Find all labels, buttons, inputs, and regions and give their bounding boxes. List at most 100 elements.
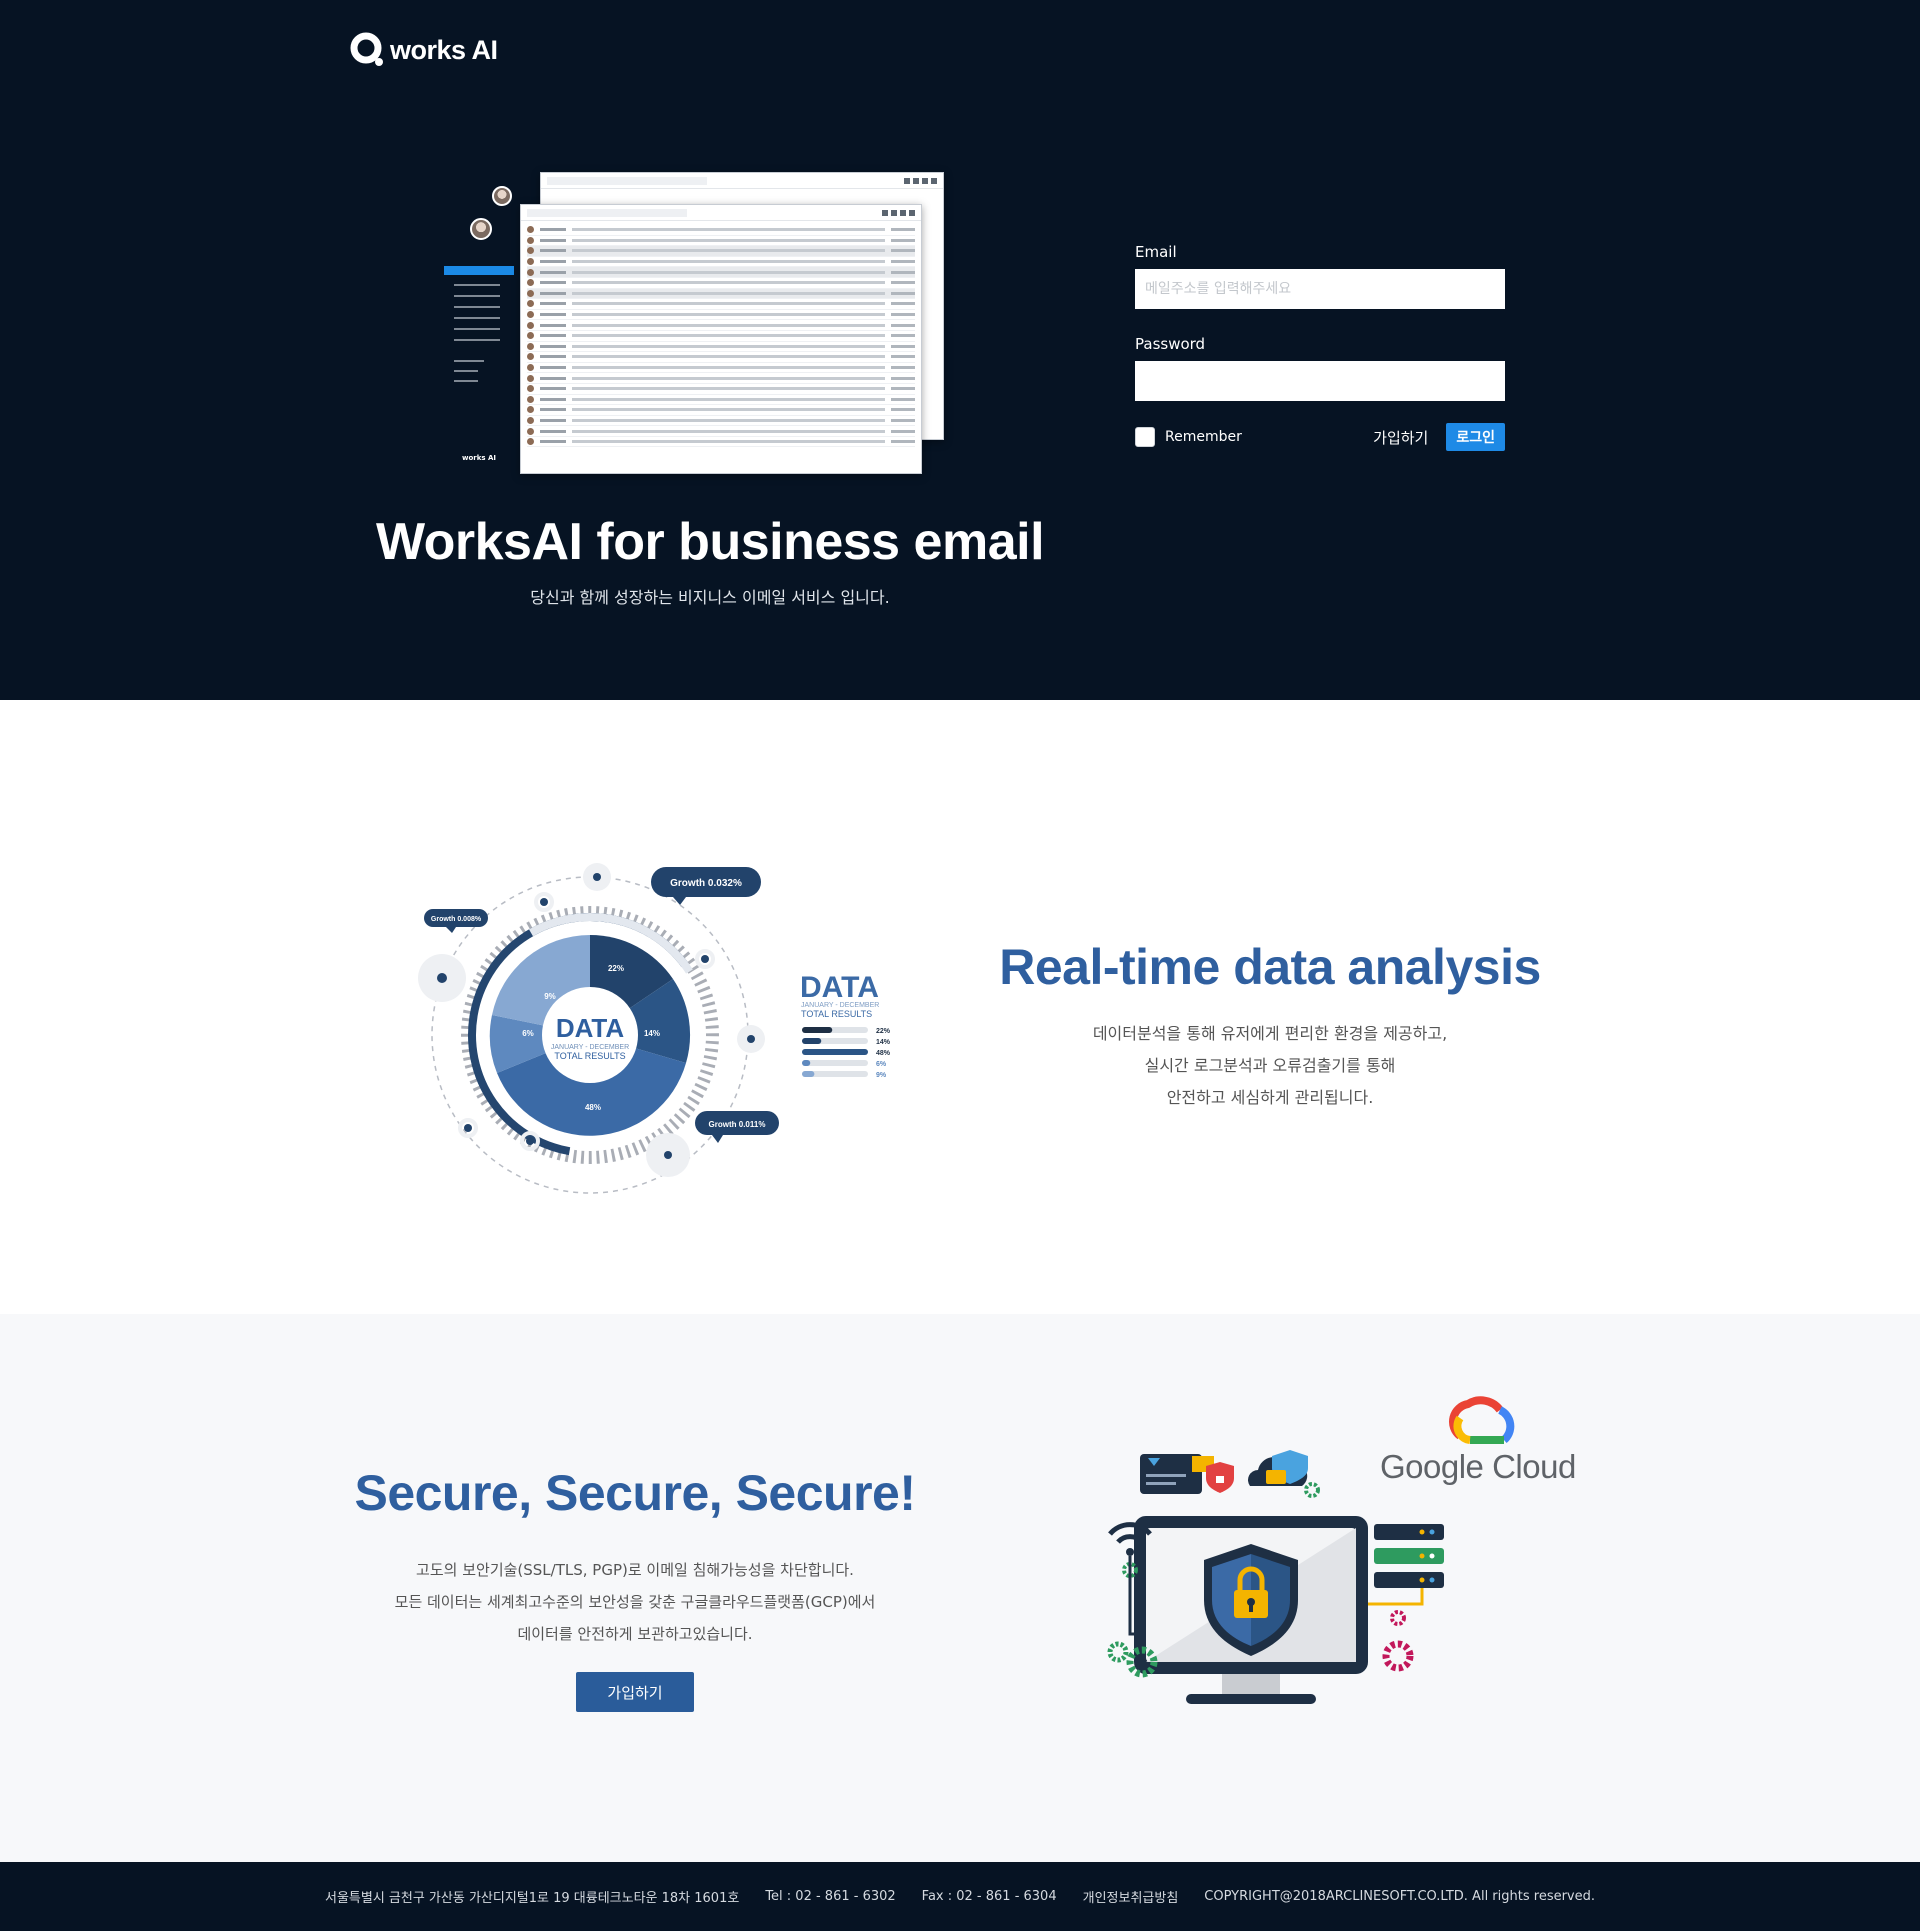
mockup-folder-line (454, 380, 478, 382)
secure-desc-line: 고도의 보안기술(SSL/TLS, PGP)로 이메일 침해가능성을 차단합니다… (416, 1561, 854, 1579)
legend-bar (802, 1038, 822, 1044)
mockup-folder-line (454, 284, 500, 286)
email-field[interactable] (1135, 269, 1505, 309)
mockup-mail-row (527, 373, 915, 384)
mockup-mail-row (527, 236, 915, 247)
mockup-mail-row (527, 299, 915, 310)
mockup-compose-button (444, 266, 514, 275)
legend-bar (802, 1027, 833, 1033)
mockup-window-front (520, 204, 922, 474)
mockup-folder-line (454, 370, 478, 372)
pie-label: 14% (644, 1029, 660, 1038)
secure-desc-line: 모든 데이터는 세계최고수준의 보안성을 갖춘 구글클라우드플랫폼(GCP)에서 (394, 1593, 876, 1611)
mockup-mail-row (527, 395, 915, 406)
mockup-mail-row (527, 320, 915, 331)
brand-logo-text: works AI (390, 34, 498, 65)
footer-fax: Fax : 02 - 861 - 6304 (921, 1889, 1057, 1904)
data-section-description: 데이터분석을 통해 유저에게 편리한 환경을 제공하고, 실시간 로그분석과 오… (960, 1018, 1580, 1114)
mockup-mail-row (527, 363, 915, 374)
footer: 서울특별시 금천구 가산동 가산디지털1로 19 대륭테크노타운 18차 160… (0, 1862, 1920, 1931)
mockup-mail-row (527, 331, 915, 342)
mockup-mail-row (527, 225, 915, 236)
pie-label: 6% (522, 1029, 534, 1038)
data-analysis-section: DATA JANUARY - DECEMBER TOTAL RESULTS 22… (0, 700, 1920, 1314)
legend-value: 9% (876, 1072, 887, 1079)
pie-label: 48% (585, 1103, 601, 1112)
data-desc-line: 실시간 로그분석과 오류검출기를 통해 (1144, 1056, 1396, 1075)
growth-bubble: Growth 0.011% (709, 1120, 766, 1129)
footer-address: 서울특별시 금천구 가산동 가산디지털1로 19 대륭테크노타운 18차 160… (324, 1891, 740, 1906)
hero-title: WorksAI for business email (375, 513, 1045, 571)
mockup-sidebar: works AI (440, 170, 516, 470)
mockup-logo: works AI (462, 454, 497, 462)
mockup-folder-line (454, 295, 500, 297)
email-label: Email (1135, 243, 1177, 261)
mockup-mail-row (527, 426, 915, 437)
growth-bubble: Growth 0.008% (431, 916, 482, 923)
brand-logo[interactable]: works AI (350, 32, 498, 68)
password-label: Password (1135, 335, 1206, 353)
footer-privacy-link[interactable]: 개인정보취급방침 (1083, 1887, 1179, 1906)
hero-section: works AI works AI WorksAI for business e… (0, 0, 1920, 700)
mockup-mail-row (527, 437, 915, 448)
growth-bubble: Growth 0.032% (670, 878, 742, 889)
signup-link[interactable]: 가입하기 (1373, 427, 1428, 448)
security-illustration (1107, 1396, 1515, 1704)
data-section-title: Real-time data analysis (999, 939, 1541, 995)
mockup-mail-list (521, 221, 921, 451)
mockup-folder-line (454, 328, 500, 330)
mockup-mail-row (527, 267, 915, 278)
data-analysis-illustration: DATA JANUARY - DECEMBER TOTAL RESULTS 22… (418, 863, 891, 1194)
legend-bars: 22% 14% 48% 6% 9% (802, 1027, 891, 1079)
pie-center-sub2: TOTAL RESULTS (554, 1051, 625, 1061)
google-cloud-label: Google Cloud (1380, 1448, 1576, 1485)
login-button[interactable]: 로그인 (1446, 423, 1505, 451)
google-cloud-icon (1449, 1396, 1515, 1444)
legend-value: 48% (876, 1050, 891, 1057)
mockup-mail-row (527, 352, 915, 363)
mockup-folder-line (454, 317, 500, 319)
remember-label: Remember (1165, 429, 1242, 445)
secure-section-description: 고도의 보안기술(SSL/TLS, PGP)로 이메일 침해가능성을 차단합니다… (320, 1554, 950, 1650)
login-form: Email Password Remember 가입하기 로그인 (1135, 243, 1505, 451)
legend-title: DATA (800, 971, 879, 1004)
footer-tel: Tel : 02 - 861 - 6302 (765, 1889, 896, 1904)
mockup-mail-row (527, 342, 915, 353)
hero-subtitle: 당신과 함께 성장하는 비지니스 이메일 서비스 입니다. (530, 588, 890, 607)
legend-bar (802, 1049, 868, 1055)
mockup-mail-row (527, 288, 915, 300)
mockup-mail-row (527, 246, 915, 257)
data-desc-line: 데이터분석을 통해 유저에게 편리한 환경을 제공하고, (1092, 1024, 1448, 1043)
pie-label: 9% (544, 992, 556, 1001)
mockup-folder-line (454, 306, 500, 308)
pie-center-title: DATA (556, 1013, 625, 1043)
pie-center-sub1: JANUARY - DECEMBER (551, 1044, 629, 1051)
legend-bar (802, 1060, 811, 1066)
data-desc-line: 안전하고 세심하게 관리됩니다. (1166, 1088, 1374, 1107)
mockup-avatar-icon (492, 186, 512, 206)
legend-sub2: TOTAL RESULTS (801, 1009, 872, 1019)
secure-section-title: Secure, Secure, Secure! (354, 1465, 916, 1521)
legend-bar (802, 1071, 815, 1077)
remember-checkbox[interactable] (1135, 427, 1155, 447)
app-screenshot-mockup: works AI (440, 170, 960, 480)
mockup-mail-row (527, 310, 915, 321)
mockup-folder-line (454, 339, 500, 341)
password-field[interactable] (1135, 361, 1505, 401)
mockup-mail-row (527, 278, 915, 289)
mockup-mail-row (527, 384, 915, 395)
legend-value: 22% (876, 1028, 891, 1035)
mockup-avatar-icon (470, 218, 492, 240)
signup-button[interactable]: 가입하기 (576, 1672, 694, 1712)
pie-label: 22% (608, 964, 624, 973)
mockup-mail-row (527, 416, 915, 427)
secure-desc-line: 데이터를 안전하게 보관하고있습니다. (517, 1625, 753, 1643)
footer-copyright: COPYRIGHT@2018ARCLINESOFT.CO.LTD. All ri… (1204, 1889, 1596, 1904)
legend-sub1: JANUARY - DECEMBER (801, 1002, 879, 1009)
legend-value: 6% (876, 1061, 887, 1068)
mockup-mail-row (527, 405, 915, 416)
legend-bar-track (802, 1060, 868, 1066)
legend-value: 14% (876, 1039, 891, 1046)
secure-section: Secure, Secure, Secure! 고도의 보안기술(SSL/TLS… (0, 1314, 1920, 1862)
works-ai-logo-icon (350, 32, 383, 66)
